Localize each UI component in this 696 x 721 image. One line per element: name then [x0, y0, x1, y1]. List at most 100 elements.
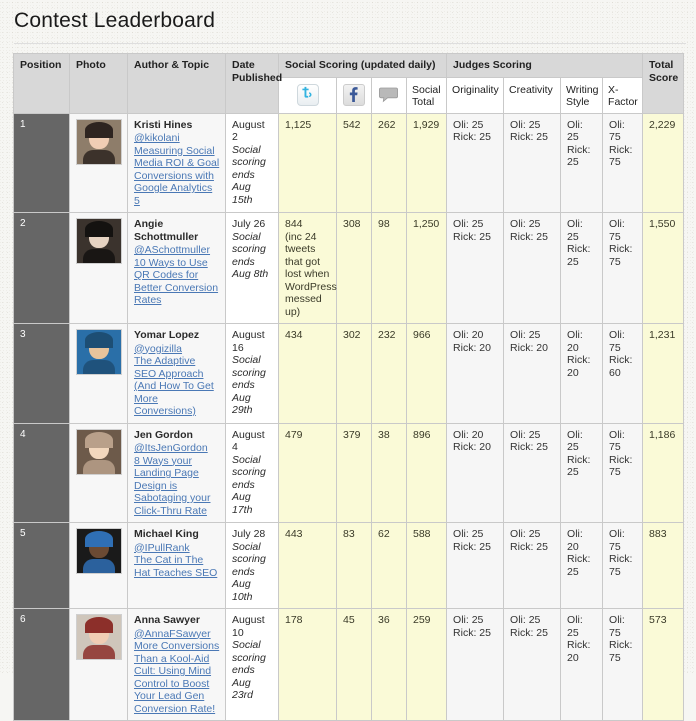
scoring-end-note: Social scoring ends Aug 15th	[232, 143, 266, 206]
judge-oli-score: Oli: 25	[510, 528, 541, 540]
judge-rick-score: Rick: 25	[453, 230, 491, 243]
judge-rick-score: Rick: 25	[567, 553, 591, 578]
social-total-value: 1,929	[413, 118, 440, 131]
post-title-link[interactable]: 8 Ways your Landing Page Design is Sabot…	[134, 455, 220, 518]
column-header-social-scoring: Social Scoring (updated daily)	[277, 53, 448, 78]
total-score-value: 883	[649, 528, 667, 540]
comments-count: 38	[378, 428, 390, 441]
position-value: 2	[20, 218, 26, 229]
publish-date: August 2	[232, 118, 265, 144]
post-title-link[interactable]: Measuring Social Media ROI & Goal Conver…	[134, 145, 220, 208]
x-factor-cell: Oli: 75 Rick: 75	[602, 522, 644, 609]
author-name: Kristi Hines	[134, 118, 193, 131]
total-score-cell: 573	[642, 608, 685, 721]
facebook-score-cell: 542	[336, 112, 372, 213]
judge-rick-score: Rick: 75	[609, 639, 633, 664]
judge-rick-score: Rick: 25	[510, 131, 548, 143]
judge-rick-score: Rick: 75	[609, 143, 633, 169]
judge-rick-score: Rick: 20	[567, 354, 591, 379]
judge-oli-score: Oli: 25	[510, 428, 541, 441]
twitter-score-cell: 434	[278, 323, 337, 424]
column-header-position: Position	[13, 53, 70, 114]
twitter-count: 479	[285, 428, 303, 441]
social-total-value: 1,250	[413, 218, 440, 230]
judge-oli-score: Oli: 20	[453, 428, 484, 441]
writing-style-cell: Oli: 25 Rick: 25	[560, 212, 604, 324]
author-handle-link[interactable]: @kikolani	[134, 132, 220, 145]
comments-count: 232	[378, 329, 396, 341]
author-handle-link[interactable]: @AnnaFSawyer	[134, 628, 220, 641]
judge-oli-score: Oli: 25	[453, 528, 484, 540]
column-header-total-score: Total Score	[642, 53, 685, 114]
social-total-cell: 1,250	[405, 212, 448, 324]
photo-cell	[69, 212, 128, 324]
post-title-link[interactable]: 10 Ways to Use QR Codes for Better Conve…	[134, 257, 220, 307]
avatar	[76, 218, 122, 264]
social-total-value: 259	[413, 614, 431, 626]
photo-cell	[69, 522, 128, 609]
post-title-link[interactable]: The Adaptive SEO Approach (And How To Ge…	[134, 355, 220, 418]
date-published-cell: July 28 Social scoring ends Aug 10th	[225, 522, 279, 609]
position-cell: 1	[13, 112, 70, 213]
total-score-value: 1,186	[649, 428, 676, 441]
creativity-cell: Oli: 25 Rick: 25	[503, 212, 562, 324]
author-topic-cell: Michael King @IPullRank The Cat in The H…	[127, 522, 226, 609]
author-handle-link[interactable]: @yogizilla	[134, 343, 220, 356]
creativity-cell: Oli: 25 Rick: 20	[503, 323, 562, 424]
author-handle-link[interactable]: @ASchottmuller	[134, 244, 220, 257]
publish-date: August 4	[232, 428, 265, 454]
author-handle-link[interactable]: @ItsJenGordon	[134, 442, 220, 455]
author-topic-cell: Jen Gordon @ItsJenGordon 8 Ways your Lan…	[127, 422, 226, 523]
comments-score-cell: 98	[371, 212, 407, 324]
social-total-cell: 588	[405, 522, 448, 609]
post-title-link[interactable]: The Cat in The Hat Teaches SEO	[134, 554, 220, 579]
twitter-note: (inc 24 tweets that got lost when WordPr…	[285, 230, 337, 318]
total-score-cell: 2,229	[642, 112, 685, 213]
judge-rick-score: Rick: 25	[510, 441, 548, 453]
total-score-cell: 1,186	[642, 422, 685, 523]
total-score-value: 2,229	[649, 118, 676, 131]
total-score-value: 1,550	[649, 218, 676, 230]
date-published-cell: August 4 Social scoring ends Aug 17th	[225, 422, 279, 523]
column-header-facebook	[336, 76, 372, 114]
table-row: 2 Angie Schottmuller @ASchottmuller 10 W…	[13, 212, 685, 324]
leaderboard-page: Contest Leaderboard Position Photo Autho…	[0, 0, 696, 721]
column-header-x-factor: X-Factor	[602, 76, 644, 114]
table-row: 5 Michael King @IPullRank The Cat in The…	[13, 522, 685, 609]
twitter-count: 443	[285, 528, 303, 540]
originality-cell: Oli: 20 Rick: 20	[446, 323, 505, 424]
publish-date: August 16	[232, 329, 265, 354]
table-row: 1 Kristi Hines @kikolani Measuring Socia…	[13, 112, 685, 213]
judge-oli-score: Oli: 20	[567, 528, 583, 553]
author-handle-link[interactable]: @IPullRank	[134, 542, 220, 555]
writing-style-cell: Oli: 25 Rick: 25	[560, 422, 604, 523]
total-score-cell: 883	[642, 522, 685, 609]
author-name: Angie Schottmuller	[134, 218, 199, 243]
writing-style-cell: Oli: 20 Rick: 25	[560, 522, 604, 609]
judge-oli-score: Oli: 25	[567, 218, 583, 243]
judge-oli-score: Oli: 75	[609, 118, 625, 144]
date-published-cell: August 10 Social scoring ends Aug 23rd	[225, 608, 279, 721]
scoring-end-note: Social scoring ends Aug 29th	[232, 354, 266, 416]
judge-rick-score: Rick: 25	[567, 453, 591, 479]
x-factor-cell: Oli: 75 Rick: 60	[602, 323, 644, 424]
post-title-link[interactable]: More Conversions Than a Kool-Aid Cult: U…	[134, 640, 220, 715]
facebook-score-cell: 83	[336, 522, 372, 609]
position-value: 1	[20, 118, 26, 130]
social-total-value: 966	[413, 329, 431, 341]
originality-cell: Oli: 25 Rick: 25	[446, 112, 505, 213]
page-title: Contest Leaderboard	[14, 9, 216, 32]
position-cell: 3	[13, 323, 70, 424]
judge-oli-score: Oli: 20	[453, 329, 484, 341]
facebook-score-cell: 45	[336, 608, 372, 721]
judge-rick-score: Rick: 20	[510, 341, 548, 354]
title-divider	[14, 43, 686, 44]
avatar	[76, 528, 122, 574]
avatar	[76, 329, 122, 375]
position-value: 4	[20, 428, 26, 440]
scoring-end-note: Social scoring ends Aug 8th	[232, 230, 269, 281]
facebook-score-cell: 379	[336, 422, 372, 523]
social-total-cell: 966	[405, 323, 448, 424]
comments-score-cell: 36	[371, 608, 407, 721]
twitter-score-cell: 178	[278, 608, 337, 721]
